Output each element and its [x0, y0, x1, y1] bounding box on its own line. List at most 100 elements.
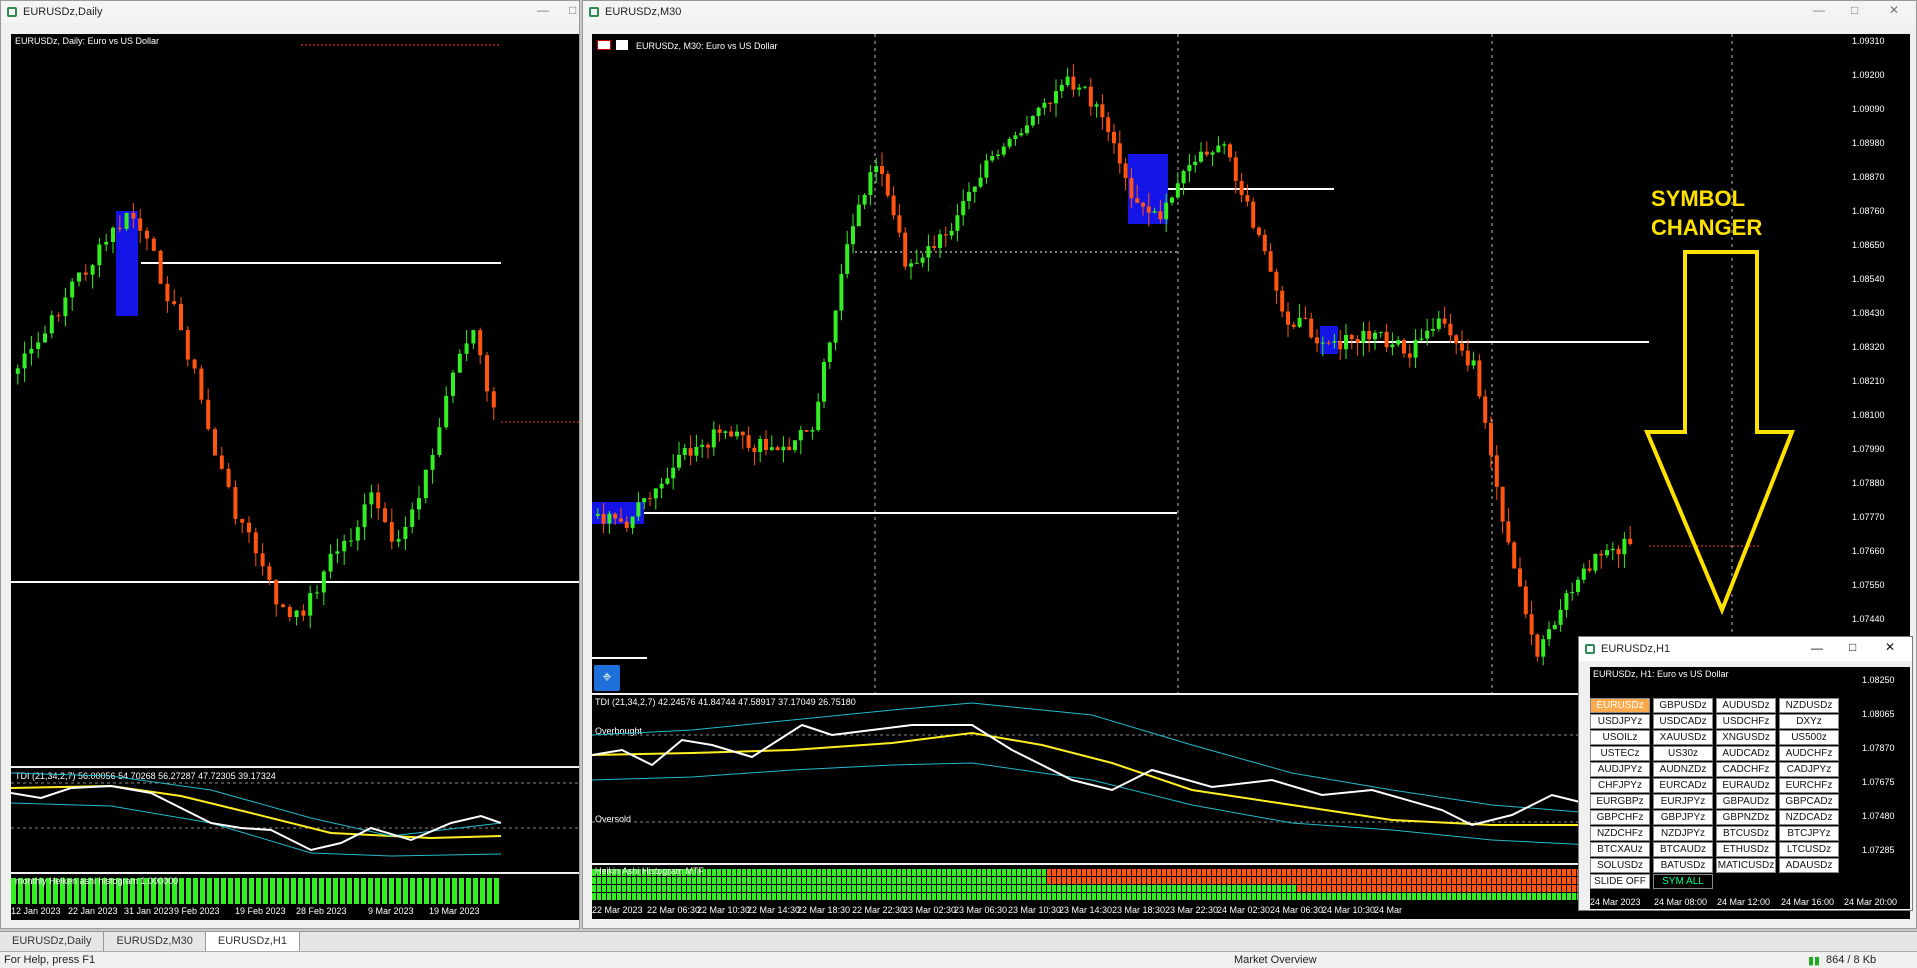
symbol-button-chfjpyz[interactable]: CHFJPYz	[1590, 778, 1650, 793]
symbol-button-btcusdz[interactable]: BTCUSDz	[1716, 826, 1776, 841]
m30-candle	[1320, 342, 1325, 344]
symbol-button-sym-all[interactable]: SYM ALL	[1653, 874, 1713, 889]
symbol-button-audcadz[interactable]: AUDCADz	[1716, 746, 1776, 761]
m30-candle	[1384, 331, 1389, 348]
close-icon[interactable]: ✕	[1885, 640, 1895, 654]
symbol-button-audchfz[interactable]: AUDCHFz	[1779, 746, 1839, 761]
h1-window-titlebar[interactable]: EURUSDz,H1 — □ ✕	[1579, 637, 1912, 661]
m30-candle	[1552, 624, 1557, 630]
m30-hist-cell	[1477, 877, 1481, 884]
daily-candle	[485, 355, 489, 392]
h1-window-title: EURUSDz,H1	[1601, 643, 1671, 655]
symbol-button-audjpyz[interactable]: AUDJPYz	[1590, 762, 1650, 777]
tab-daily[interactable]: EURUSDz,Daily	[0, 932, 105, 951]
symbol-button-usdchfz[interactable]: USDCHFz	[1716, 714, 1776, 729]
symbol-button-audnzdz[interactable]: AUDNZDz	[1653, 762, 1713, 777]
symbol-button-usoilz[interactable]: USOILz	[1590, 730, 1650, 745]
m30-hist-cell	[1087, 877, 1091, 884]
m30-hist-cell	[1512, 869, 1516, 876]
m30-hist-cell	[662, 893, 666, 900]
symbol-button-us30z[interactable]: US30z	[1653, 746, 1713, 761]
symbol-button-gbpusdz[interactable]: GBPUSDz	[1653, 698, 1713, 713]
m30-hist-cell	[1537, 893, 1541, 900]
symbol-button-usdjpyz[interactable]: USDJPYz	[1590, 714, 1650, 729]
m30-candle	[1622, 538, 1627, 555]
daily-chart-window[interactable]: EURUSDz,Daily — □ EURUSDz, Daily: Euro v…	[0, 0, 580, 929]
m30-window-titlebar[interactable]: EURUSDz,M30 — □ ✕	[583, 1, 1916, 23]
symbol-button-adausdz[interactable]: ADAUSDz	[1779, 858, 1839, 873]
m30-hist-cell	[972, 869, 976, 876]
m30-candle	[1042, 102, 1047, 108]
m30-hist-cell	[662, 877, 666, 884]
m30-candle	[717, 429, 722, 433]
m30-candle	[1257, 227, 1261, 235]
crosshair-icon[interactable]: ⌖	[594, 665, 620, 691]
symbol-button-btcjpyz[interactable]: BTCJPYz	[1779, 826, 1839, 841]
symbol-button-ltcusdz[interactable]: LTCUSDz	[1779, 842, 1839, 857]
maximize-icon[interactable]: □	[569, 3, 576, 17]
daily-hist-bar	[480, 878, 485, 904]
symbol-button-btcxauz[interactable]: BTCXAUz	[1590, 842, 1650, 857]
m30-hist-cell	[1427, 877, 1431, 884]
maximize-icon[interactable]: □	[1851, 3, 1858, 17]
symbol-button-maticusdz[interactable]: MATICUSDz	[1716, 858, 1776, 873]
symbol-button-gbpnzdz[interactable]: GBPNZDz	[1716, 810, 1776, 825]
symbol-button-dxyz[interactable]: DXYz	[1779, 714, 1839, 729]
symbol-button-eurcadz[interactable]: EURCADz	[1653, 778, 1713, 793]
m30-price-chart[interactable]: EURUSDz, M30: Euro vs US Dollar ⌖	[592, 34, 1848, 693]
m30-candle	[1413, 339, 1418, 358]
symbol-button-us500z[interactable]: US500z	[1779, 730, 1839, 745]
m30-hist-cell	[1232, 885, 1236, 892]
symbol-button-nzdjpyz[interactable]: NZDJPYz	[1653, 826, 1713, 841]
symbol-button-nzdcadz[interactable]: NZDCADz	[1779, 810, 1839, 825]
symbol-button-nzdchfz[interactable]: NZDCHFz	[1590, 826, 1650, 841]
minimize-icon[interactable]: —	[1811, 641, 1823, 655]
daily-price-chart[interactable]: EURUSDz, Daily: Euro vs US Dollar	[11, 34, 579, 766]
maximize-icon[interactable]: □	[1849, 640, 1856, 654]
symbol-button-batusdz[interactable]: BATUSDz	[1653, 858, 1713, 873]
symbol-button-ustecz[interactable]: USTECz	[1590, 746, 1650, 761]
m30-candle	[1628, 538, 1633, 544]
symbol-button-euraudz[interactable]: EURAUDz	[1716, 778, 1776, 793]
tab-h1[interactable]: EURUSDz,H1	[205, 932, 300, 951]
daily-candle	[77, 272, 81, 282]
m30-candle	[1059, 84, 1064, 92]
symbol-button-eurusdz[interactable]: EURUSDz	[1590, 698, 1650, 713]
m30-hist-cell	[812, 877, 816, 884]
symbol-button-gbpjpyz[interactable]: GBPJPYz	[1653, 810, 1713, 825]
symbol-button-eurchfz[interactable]: EURCHFz	[1779, 778, 1839, 793]
tab-m30[interactable]: EURUSDz,M30	[104, 932, 206, 951]
m30-hist-cell	[1182, 885, 1186, 892]
m30-hist-cell	[647, 877, 651, 884]
symbol-button-nzdusdz[interactable]: NZDUSDz	[1779, 698, 1839, 713]
daily-window-titlebar[interactable]: EURUSDz,Daily — □	[1, 1, 579, 23]
symbol-button-slide-off[interactable]: SLIDE OFF	[1590, 874, 1650, 889]
m30-hist-cell	[882, 869, 886, 876]
m30-hist-cell	[1547, 869, 1551, 876]
symbol-button-gbpchfz[interactable]: GBPCHFz	[1590, 810, 1650, 825]
symbol-button-eurjpyz[interactable]: EURJPYz	[1653, 794, 1713, 809]
symbol-button-audusdz[interactable]: AUDUSDz	[1716, 698, 1776, 713]
m30-y-tick-label: 1.08870	[1852, 172, 1885, 182]
symbol-button-cadchfz[interactable]: CADCHFz	[1716, 762, 1776, 777]
symbol-button-btcaudz[interactable]: BTCAUDz	[1653, 842, 1713, 857]
symbol-button-gbpcadz[interactable]: GBPCADz	[1779, 794, 1839, 809]
symbol-button-gbpaudz[interactable]: GBPAUDz	[1716, 794, 1776, 809]
symbol-button-xngusdz[interactable]: XNGUSDz	[1716, 730, 1776, 745]
symbol-button-usdcadz[interactable]: USDCADz	[1653, 714, 1713, 729]
close-icon[interactable]: ✕	[1889, 3, 1899, 17]
m30-hist-cell	[867, 877, 871, 884]
symbol-button-cadjpyz[interactable]: CADJPYz	[1779, 762, 1839, 777]
symbol-button-xauusdz[interactable]: XAUUSDz	[1653, 730, 1713, 745]
daily-candle	[172, 301, 177, 304]
m30-hist-cell	[1197, 877, 1201, 884]
symbol-button-solusdz[interactable]: SOLUSDz	[1590, 858, 1650, 873]
minimize-icon[interactable]: —	[537, 3, 549, 17]
m30-hist-cell	[1387, 877, 1391, 884]
symbol-button-ethusdz[interactable]: ETHUSDz	[1716, 842, 1776, 857]
symbol-button-eurgbpz[interactable]: EURGBPz	[1590, 794, 1650, 809]
minimize-icon[interactable]: —	[1813, 3, 1825, 17]
m30-hist-cell	[752, 885, 756, 892]
m30-hist-cell	[682, 877, 686, 884]
m30-hist-cell	[1092, 869, 1096, 876]
